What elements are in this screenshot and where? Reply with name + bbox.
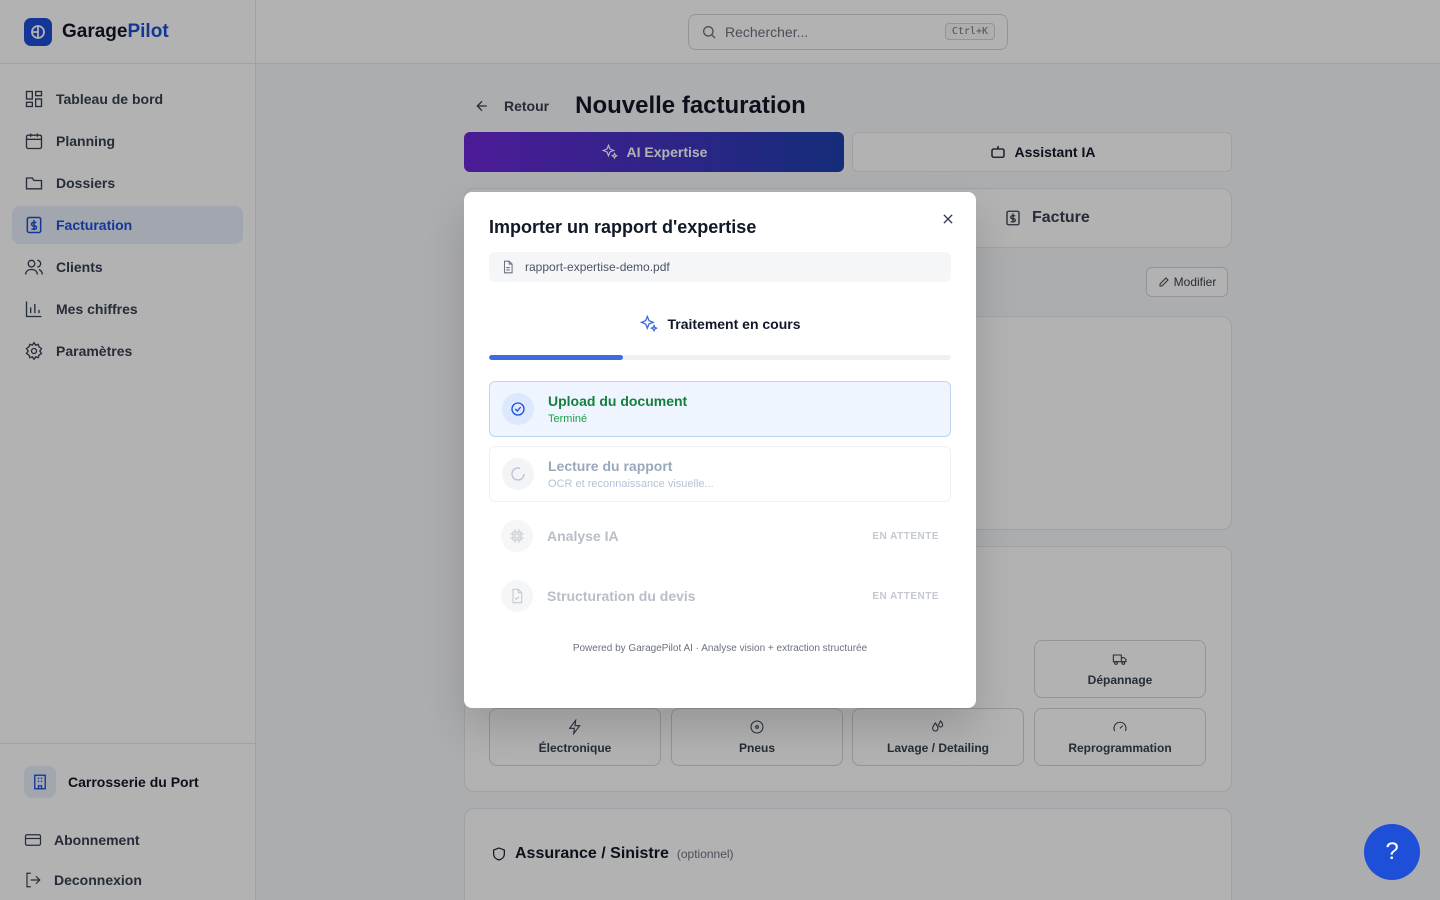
step-name: Analyse IA bbox=[547, 528, 619, 544]
file-name: rapport-expertise-demo.pdf bbox=[525, 260, 670, 274]
spinner-icon bbox=[502, 458, 534, 490]
close-button[interactable] bbox=[938, 209, 958, 229]
close-icon bbox=[943, 214, 953, 224]
step-sub: Terminé bbox=[548, 413, 588, 425]
step-name: Upload du document bbox=[548, 393, 688, 409]
cpu-icon bbox=[501, 520, 533, 552]
step-status: EN ATTENTE bbox=[872, 530, 939, 542]
file-icon bbox=[503, 260, 513, 274]
modal-title: Importer un rapport d'expertise bbox=[489, 217, 757, 237]
step-name: Structuration du devis bbox=[547, 588, 696, 604]
step-upload: Upload du document Terminé bbox=[489, 381, 951, 437]
progress-bar bbox=[489, 355, 951, 360]
step-sub: OCR et reconnaissance visuelle... bbox=[548, 478, 714, 490]
step-lecture: Lecture du rapport OCR et reconnaissance… bbox=[489, 446, 951, 502]
step-analyse: Analyse IA EN ATTENTE bbox=[489, 508, 951, 564]
help-button[interactable]: ? bbox=[1364, 824, 1420, 880]
step-name: Lecture du rapport bbox=[548, 458, 673, 474]
processing-status: Traitement en cours bbox=[464, 314, 976, 334]
progress-fill bbox=[489, 355, 623, 360]
sparkles-icon bbox=[640, 314, 659, 333]
step-structuration: Structuration du devis EN ATTENTE bbox=[489, 568, 951, 624]
modal-footer: Powered by GaragePilot AI · Analyse visi… bbox=[572, 643, 868, 654]
file-check-icon bbox=[501, 580, 533, 612]
import-expertise-modal: Importer un rapport d'expertise rapport-… bbox=[464, 192, 976, 708]
file-chip: rapport-expertise-demo.pdf bbox=[489, 252, 951, 282]
step-status: EN ATTENTE bbox=[872, 590, 939, 602]
check-circle-icon bbox=[502, 393, 534, 425]
